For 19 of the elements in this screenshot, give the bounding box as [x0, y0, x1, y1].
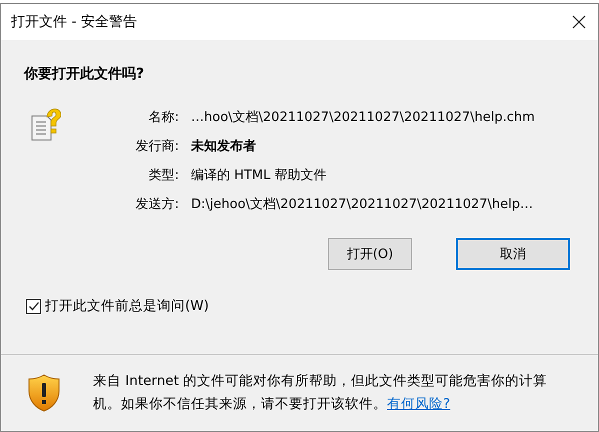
dialog-button[interactable]: 打开(O) [328, 238, 412, 270]
checkbox-label: 打开此文件前总是询问(W) [45, 297, 209, 315]
question-heading: 你要打开此文件吗? [24, 65, 146, 83]
dialog-button[interactable]: 取消 [456, 238, 570, 270]
shield-warning-icon [28, 374, 60, 412]
window-title: 打开文件 - 安全警告 [11, 13, 137, 31]
checkbox[interactable] [26, 298, 41, 314]
field-value: 编译的 HTML 帮助文件 [191, 167, 328, 184]
field-value: …hoo\文档\20211027\20211027\20211027\help.chm [191, 109, 535, 126]
field-label: 类型: [148, 167, 179, 184]
close-icon[interactable] [572, 15, 586, 29]
warning-text: 来自 Internet 的文件可能对你有所帮助，但此文件类型可能危害你的计算机。如果你不信任其来源，请不要打开该软件。有何风险? [93, 372, 548, 414]
field-label: 发行商: [134, 138, 179, 155]
risk-link[interactable]: 有何风险? [387, 396, 450, 412]
field-value: 未知发布者 [191, 138, 257, 155]
field-value: D:\jehoo\文档\20211027\20211027\20211027\help… [191, 196, 534, 213]
field-label: 名称: [148, 109, 179, 126]
document-question-icon [31, 108, 61, 142]
field-label: 发送方: [134, 196, 179, 213]
